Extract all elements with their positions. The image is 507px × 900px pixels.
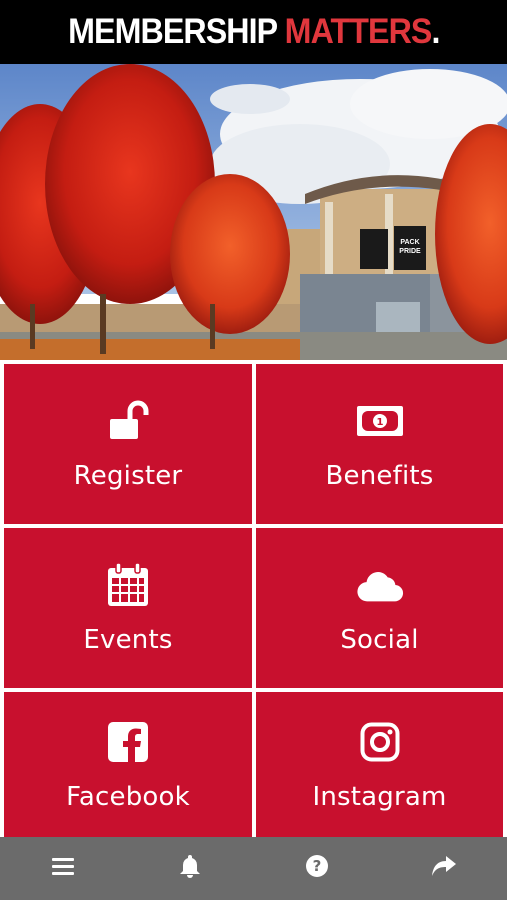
title-part-matters: MATTERS. bbox=[284, 12, 440, 51]
facebook-tile[interactable]: Facebook bbox=[4, 692, 252, 837]
instagram-tile[interactable]: Instagram bbox=[256, 692, 503, 837]
menu-grid: Register 1 Benefits Events Social Facebo… bbox=[0, 360, 507, 837]
banner-text-pride: PRIDE bbox=[399, 248, 421, 255]
title-part-membership: MEMBERSHIP bbox=[67, 12, 277, 51]
money-icon: 1 bbox=[356, 397, 404, 445]
events-label: Events bbox=[83, 625, 173, 655]
menu-button[interactable] bbox=[33, 837, 93, 900]
events-tile[interactable]: Events bbox=[4, 528, 252, 688]
notifications-button[interactable] bbox=[160, 837, 220, 900]
app-header: MEMBERSHIP MATTERS. bbox=[0, 0, 507, 64]
unlock-icon bbox=[104, 397, 152, 445]
register-label: Register bbox=[73, 461, 183, 491]
benefits-label: Benefits bbox=[325, 461, 434, 491]
bottom-toolbar: ? bbox=[0, 837, 507, 900]
svg-text:?: ? bbox=[313, 857, 322, 875]
social-label: Social bbox=[340, 625, 419, 655]
instagram-icon bbox=[356, 718, 404, 766]
hero-image: PACK PRIDE bbox=[0, 64, 507, 360]
banner-text-pack: PACK bbox=[400, 239, 419, 246]
instagram-label: Instagram bbox=[312, 781, 447, 812]
bell-icon bbox=[178, 853, 202, 884]
facebook-label: Facebook bbox=[66, 781, 190, 812]
social-tile[interactable]: Social bbox=[256, 528, 503, 688]
menu-icon bbox=[51, 856, 75, 881]
register-tile[interactable]: Register bbox=[4, 364, 252, 524]
facebook-icon bbox=[104, 718, 152, 766]
help-icon: ? bbox=[305, 854, 329, 883]
cloud-icon bbox=[356, 561, 404, 609]
benefits-tile[interactable]: 1 Benefits bbox=[256, 364, 503, 524]
share-icon bbox=[431, 855, 457, 882]
calendar-icon bbox=[104, 561, 152, 609]
help-button[interactable]: ? bbox=[287, 837, 347, 900]
app-title: MEMBERSHIP MATTERS. bbox=[67, 12, 440, 52]
share-button[interactable] bbox=[414, 837, 474, 900]
svg-text:1: 1 bbox=[376, 417, 383, 428]
